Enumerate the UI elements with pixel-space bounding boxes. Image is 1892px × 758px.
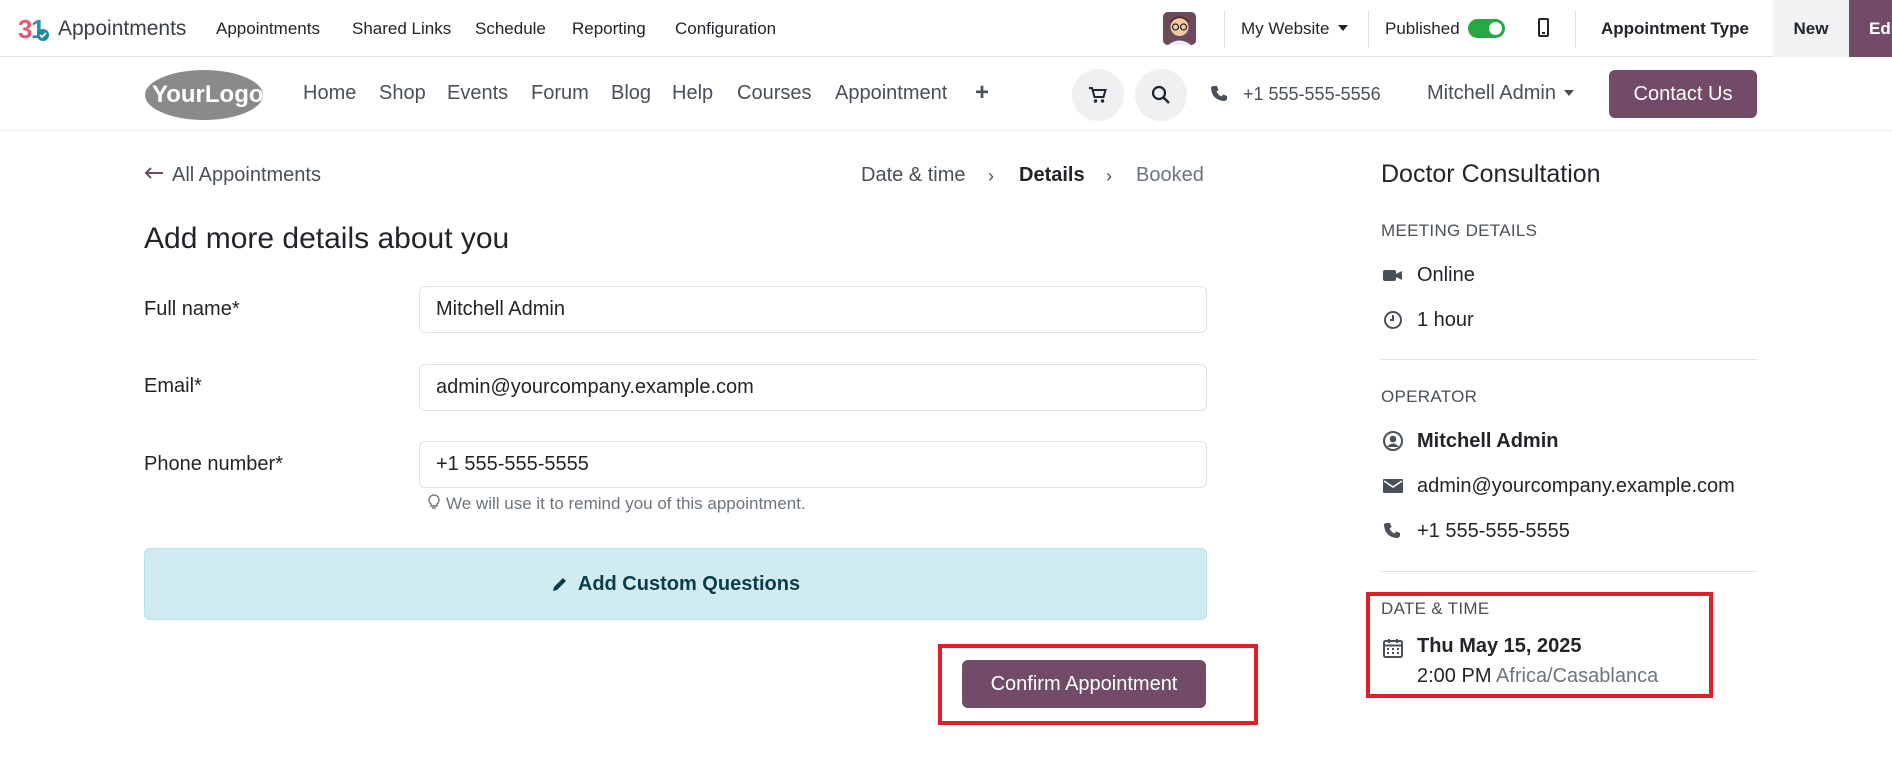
- published-toggle[interactable]: [1468, 19, 1505, 38]
- operator-phone[interactable]: +1 555-555-5555: [1417, 520, 1570, 543]
- pencil-icon: [552, 577, 566, 591]
- user-circle-icon: [1383, 431, 1403, 451]
- user-menu[interactable]: Mitchell Admin: [1427, 82, 1574, 105]
- mobile-preview-icon[interactable]: [1538, 18, 1549, 37]
- operator-email[interactable]: admin@yourcompany.example.com: [1417, 475, 1735, 498]
- email-label: Email*: [144, 375, 202, 397]
- operator-caption: OPERATOR: [1381, 387, 1478, 406]
- app-name[interactable]: Appointments: [58, 17, 186, 41]
- cart-button[interactable]: [1072, 69, 1124, 121]
- nav-help[interactable]: Help: [672, 82, 713, 105]
- operator-name: Mitchell Admin: [1417, 430, 1559, 452]
- arrow-left-icon: [144, 167, 163, 179]
- logo-text: YourLogo: [152, 81, 264, 108]
- nav-home[interactable]: Home: [303, 82, 356, 105]
- highlight-box: [938, 644, 1258, 725]
- video-camera-icon: [1383, 270, 1402, 281]
- menu-appointments[interactable]: Appointments: [216, 19, 320, 39]
- meeting-duration: 1 hour: [1417, 309, 1474, 331]
- divider: [1224, 10, 1225, 48]
- step-date-time[interactable]: Date & time: [861, 164, 965, 187]
- custom-questions-label: Add Custom Questions: [577, 572, 801, 595]
- odoo-topbar: 3 1 Appointments Appointments Shared Lin…: [0, 0, 1892, 57]
- menu-configuration[interactable]: Configuration: [675, 19, 776, 39]
- phone-input[interactable]: [419, 441, 1207, 488]
- phone-hint-text: We will use it to remind you of this app…: [446, 494, 806, 513]
- highlight-box: [1366, 592, 1713, 698]
- published-label: Published: [1385, 19, 1460, 38]
- website-selector-label: My Website: [1241, 19, 1330, 38]
- nav-blog[interactable]: Blog: [611, 82, 651, 105]
- divider: [1575, 10, 1576, 48]
- full-name-label: Full name*: [144, 298, 240, 320]
- clock-icon: [1384, 311, 1402, 329]
- step-details: Details: [1019, 164, 1085, 186]
- appointment-type-link[interactable]: Appointment Type: [1601, 19, 1749, 39]
- chevron-right-icon: ›: [1106, 166, 1112, 186]
- appointments-app-icon[interactable]: 3 1: [18, 15, 50, 43]
- site-logo[interactable]: YourLogo: [144, 69, 264, 121]
- nav-events[interactable]: Events: [447, 82, 508, 105]
- new-button[interactable]: New: [1773, 0, 1849, 57]
- add-page-icon[interactable]: +: [975, 79, 989, 107]
- website-selector[interactable]: My Website: [1241, 19, 1348, 39]
- full-name-input[interactable]: [419, 286, 1207, 333]
- email-input[interactable]: [419, 364, 1207, 411]
- menu-schedule[interactable]: Schedule: [475, 19, 546, 39]
- user-avatar[interactable]: [1163, 12, 1196, 45]
- menu-shared-links[interactable]: Shared Links: [352, 19, 451, 39]
- nav-appointment[interactable]: Appointment: [835, 82, 947, 105]
- back-to-appointments[interactable]: All Appointments: [144, 164, 321, 187]
- phone-label: Phone number*: [144, 453, 283, 475]
- step-booked: Booked: [1136, 164, 1204, 186]
- divider: [1381, 359, 1757, 360]
- phone-hint: We will use it to remind you of this app…: [428, 494, 806, 514]
- phone-icon: [1211, 86, 1227, 101]
- lightbulb-icon: [428, 494, 440, 509]
- nav-shop[interactable]: Shop: [379, 82, 426, 105]
- caret-down-icon: [1563, 90, 1574, 96]
- menu-reporting[interactable]: Reporting: [572, 19, 646, 39]
- search-icon: [1151, 85, 1170, 104]
- meeting-location: Online: [1417, 264, 1475, 286]
- cart-icon: [1089, 87, 1107, 103]
- add-custom-questions-button[interactable]: Add Custom Questions: [144, 548, 1207, 620]
- meeting-details-caption: MEETING DETAILS: [1381, 221, 1538, 240]
- nav-forum[interactable]: Forum: [531, 82, 589, 105]
- website-header: YourLogo Home Shop Events Forum Blog Hel…: [0, 57, 1892, 131]
- contact-us-button[interactable]: Contact Us: [1609, 70, 1757, 118]
- header-phone[interactable]: +1 555-555-5556: [1243, 84, 1381, 105]
- divider: [1368, 10, 1369, 48]
- search-button[interactable]: [1135, 69, 1187, 121]
- back-label: All Appointments: [172, 164, 321, 186]
- edit-button[interactable]: Edit: [1849, 0, 1892, 57]
- page-title: Add more details about you: [144, 222, 510, 255]
- chevron-right-icon: ›: [988, 166, 994, 186]
- caret-down-icon: [1337, 25, 1348, 31]
- phone-icon: [1384, 523, 1400, 538]
- envelope-icon: [1383, 479, 1403, 493]
- appointment-title: Doctor Consultation: [1381, 160, 1601, 188]
- nav-courses[interactable]: Courses: [737, 82, 811, 105]
- divider: [1381, 571, 1757, 572]
- user-menu-label: Mitchell Admin: [1427, 82, 1556, 104]
